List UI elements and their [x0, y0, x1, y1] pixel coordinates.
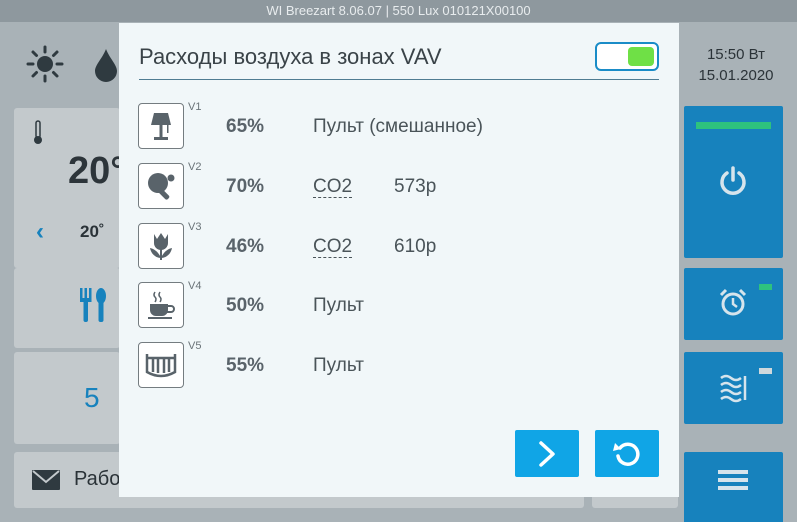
- vav-toggle[interactable]: [595, 42, 659, 71]
- clock: 15:50 Вт 15.01.2020: [686, 44, 786, 86]
- fan-speed-panel[interactable]: 5: [14, 352, 120, 444]
- zone-percent: 55%: [226, 355, 265, 376]
- menu-button[interactable]: [684, 452, 783, 522]
- zone-source: Пульт (смешанное): [313, 116, 483, 137]
- clock-date: 15.01.2020: [698, 67, 774, 84]
- temperature-panel: 20° ‹ 20˚: [14, 108, 125, 268]
- refresh-icon: [613, 442, 640, 466]
- power-button[interactable]: [684, 106, 783, 258]
- zone-id: V2: [188, 161, 202, 173]
- alarm-clock-icon: [719, 288, 747, 316]
- hamburger-menu-icon: [718, 470, 748, 490]
- ventilation-button[interactable]: [684, 352, 783, 424]
- table-tennis-icon: [138, 163, 184, 209]
- power-status-bar: [696, 122, 771, 129]
- zone-source-label: CO2: [313, 236, 353, 258]
- cutlery-icon: [80, 288, 106, 322]
- zone-co2-value: 573p: [394, 176, 437, 197]
- thermometer-icon: [34, 120, 42, 144]
- title-divider: [139, 79, 659, 80]
- zone-id: V4: [188, 280, 202, 292]
- envelope-icon: [32, 470, 60, 490]
- status-bar: WI Breezart 8.06.07 | 550 Lux 010121X001…: [0, 0, 797, 22]
- zone-percent: 65%: [226, 116, 265, 137]
- temperature-big: 20°: [68, 150, 126, 192]
- zone-percent: 46%: [226, 236, 265, 257]
- zone-source-co2[interactable]: CO2: [313, 236, 353, 258]
- coffee-cup-icon: [138, 282, 184, 328]
- zone-row-v2[interactable]: V2 70% CO2 573p: [138, 161, 658, 213]
- power-icon: [720, 166, 746, 195]
- fan-speed-value: 5: [84, 382, 100, 413]
- alarm-indicator: [759, 284, 772, 290]
- air-flow-icon: [720, 374, 747, 403]
- vav-zones-dialog: Расходы воздуха в зонах VAV V1 65% Пульт…: [119, 23, 679, 497]
- chevron-right-icon: [539, 440, 555, 467]
- zone-id: V5: [188, 340, 202, 352]
- drop-icon[interactable]: [93, 47, 119, 83]
- zone-id: V1: [188, 101, 202, 113]
- zone-source-label: CO2: [313, 176, 353, 198]
- zone-row-v5[interactable]: V5 55% Пульт: [138, 340, 658, 392]
- temperature-small: 20˚: [80, 222, 105, 241]
- status-bar-text: WI Breezart 8.06.07 | 550 Lux 010121X001…: [266, 3, 531, 18]
- lamp-icon: [138, 103, 184, 149]
- refresh-button[interactable]: [595, 430, 659, 477]
- toggle-knob: [628, 47, 654, 66]
- ventilation-indicator: [759, 368, 772, 374]
- zone-co2-value: 610p: [394, 236, 437, 257]
- crib-icon: [138, 342, 184, 388]
- zone-source-co2[interactable]: CO2: [313, 176, 353, 198]
- mode-label: Рабо: [74, 468, 121, 490]
- zone-source: Пульт: [313, 355, 364, 376]
- clock-time: 15:50 Вт: [706, 46, 766, 63]
- zone-source: Пульт: [313, 295, 364, 316]
- alarm-button[interactable]: [684, 268, 783, 340]
- zone-percent: 50%: [226, 295, 265, 316]
- next-button[interactable]: [515, 430, 579, 477]
- sun-icon[interactable]: [26, 45, 64, 83]
- cutlery-panel[interactable]: [14, 268, 120, 348]
- zone-row-v3[interactable]: V3 46% CO2 610p: [138, 221, 658, 273]
- chevron-left-icon[interactable]: ‹: [36, 218, 44, 246]
- zone-percent: 70%: [226, 176, 265, 197]
- dialog-title: Расходы воздуха в зонах VAV: [139, 44, 442, 69]
- zone-id: V3: [188, 221, 202, 233]
- tulip-icon: [138, 223, 184, 269]
- zone-row-v1[interactable]: V1 65% Пульт (смешанное): [138, 101, 658, 153]
- zone-row-v4[interactable]: V4 50% Пульт: [138, 280, 658, 332]
